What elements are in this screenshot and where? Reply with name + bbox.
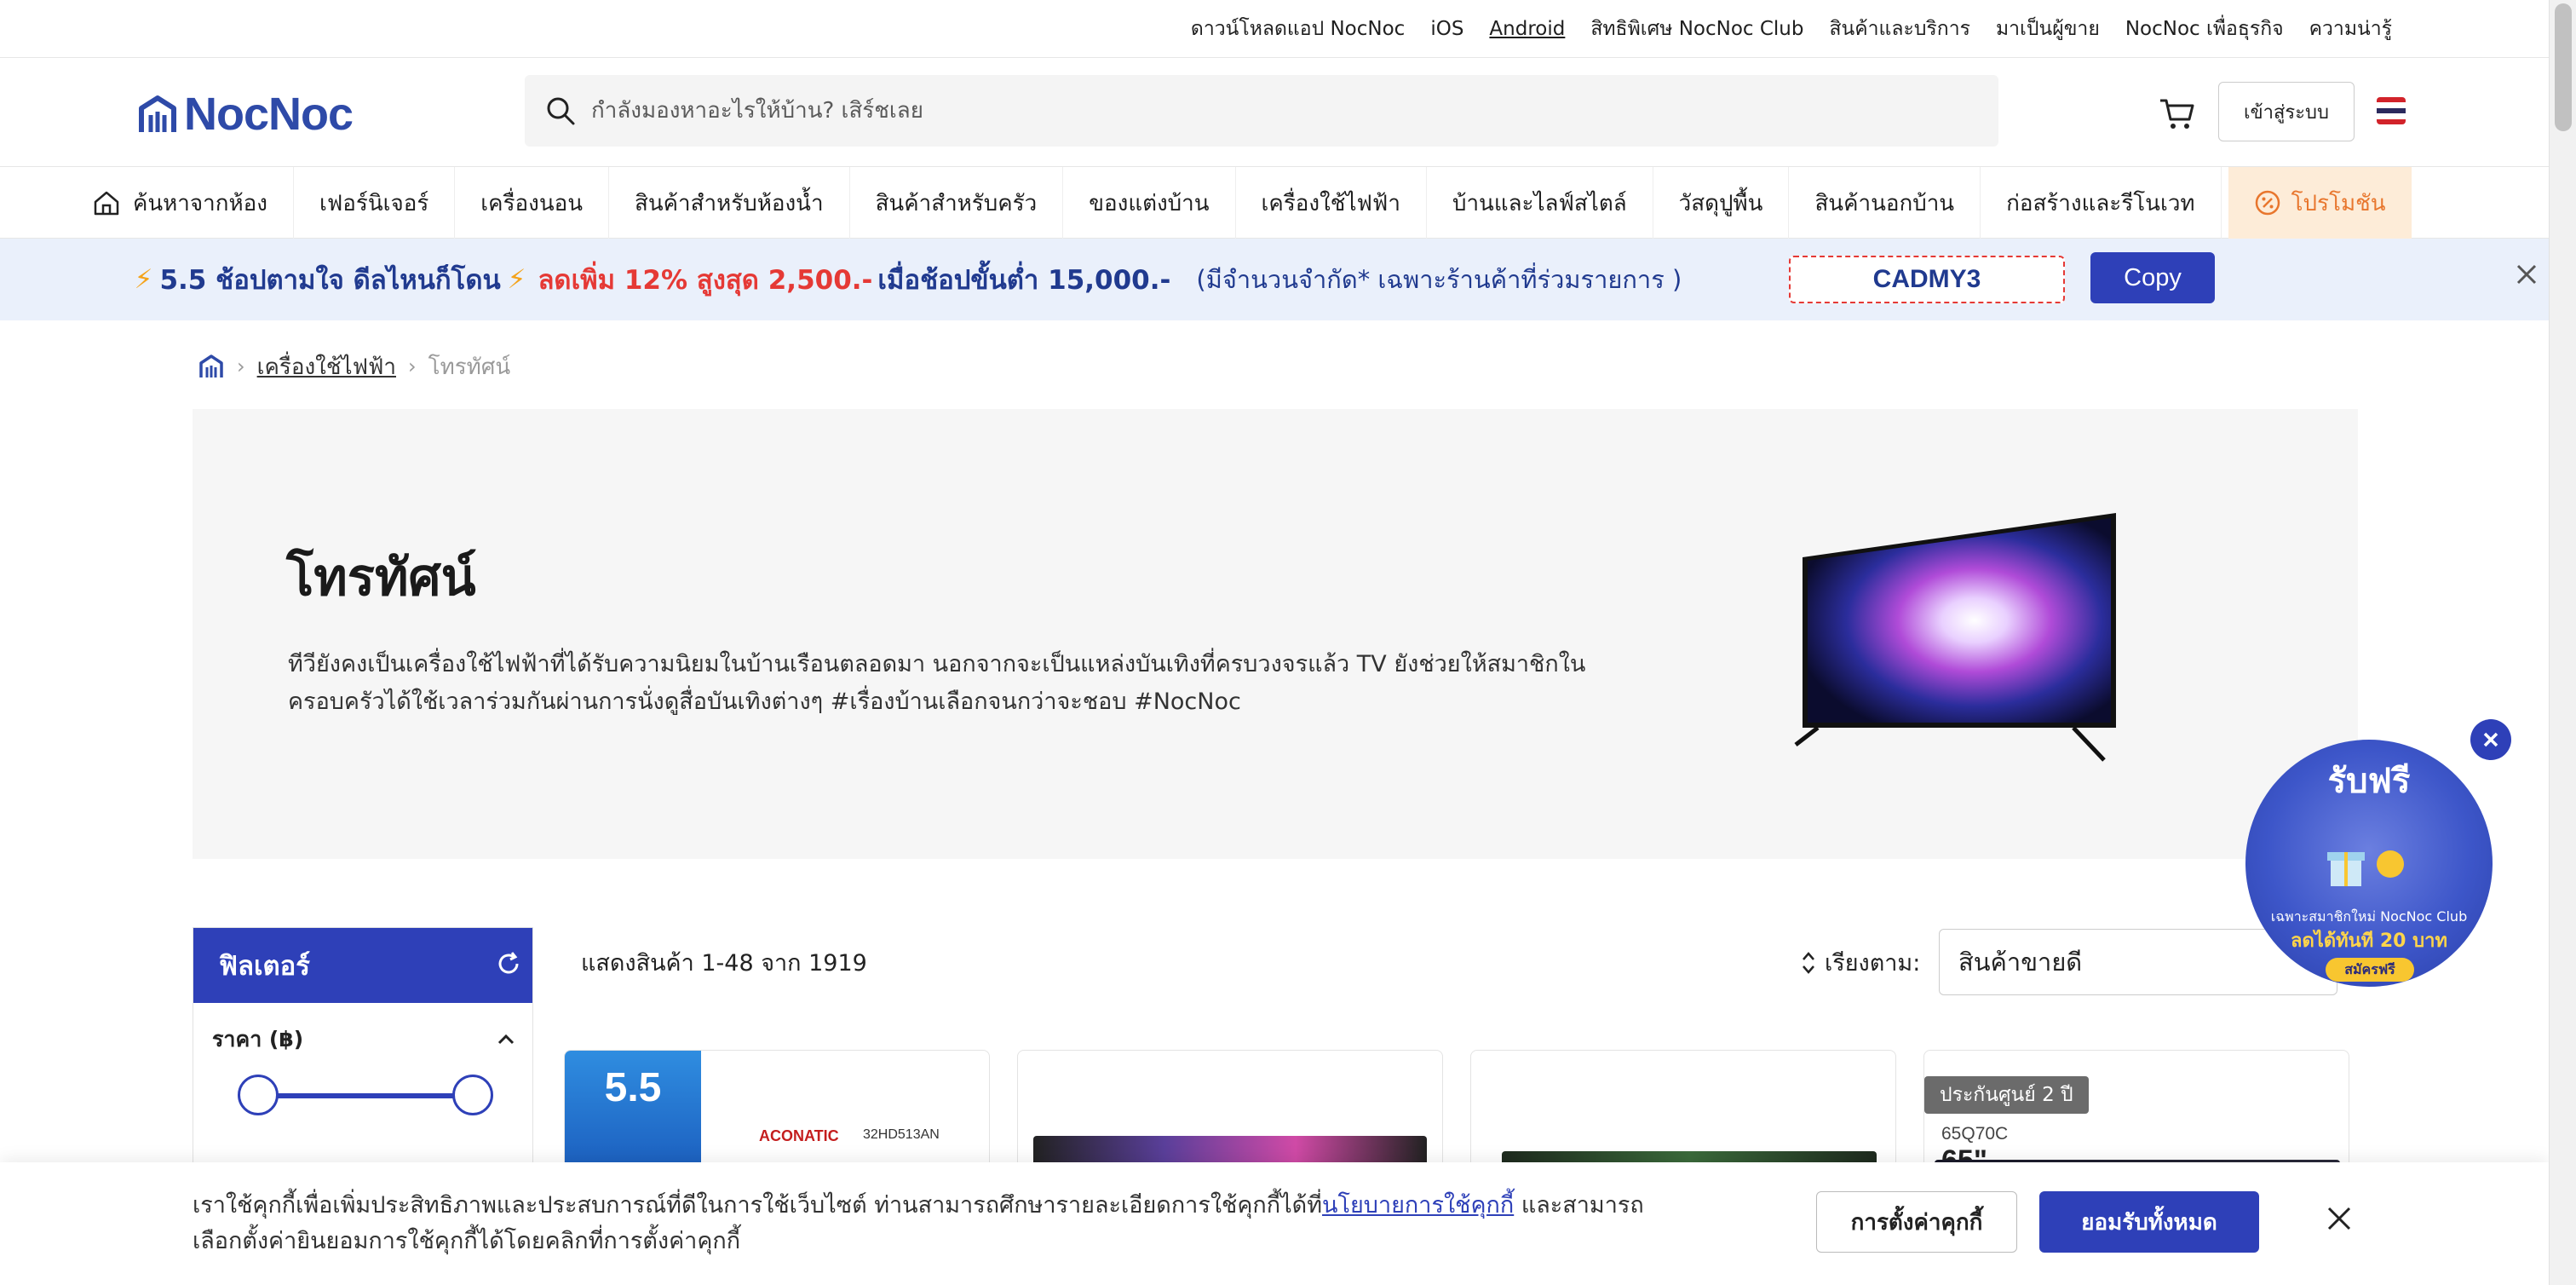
breadcrumb: › เครื่องใช้ไฟฟ้า › โทรทัศน์: [198, 348, 510, 385]
category-list: ค้นหาจากห้อง เฟอร์นิเจอร์ เครื่องนอน สิน…: [66, 167, 2412, 239]
coupon-code[interactable]: CADMY3: [1789, 256, 2065, 303]
category-nav: ค้นหาจากห้อง เฟอร์นิเจอร์ เครื่องนอน สิน…: [0, 167, 2549, 239]
page-title: โทรทัศน์: [286, 548, 476, 608]
promo-banner: ⚡ 5.5 ช้อปตามใจ ดีลไหนก็โดน ⚡ ลดเพิ่ม 12…: [0, 239, 2549, 320]
product-brand: ACONATIC: [759, 1127, 839, 1144]
android-link[interactable]: Android: [1489, 18, 1565, 40]
search-bar[interactable]: [525, 75, 1998, 147]
logo-house-icon: [139, 95, 176, 132]
filter-title: ฟิลเตอร์: [219, 951, 310, 982]
close-icon: [2483, 732, 2498, 747]
search-input[interactable]: [578, 75, 1998, 147]
category-promotion[interactable]: โปรโมชัน: [2228, 167, 2412, 239]
discount-icon: [2255, 190, 2280, 216]
chevron-up-icon: [497, 1034, 515, 1045]
search-icon[interactable]: [543, 94, 578, 128]
copy-coupon-button[interactable]: Copy: [2090, 252, 2215, 303]
sort-label: เรียงตาม:: [1799, 944, 1920, 981]
result-count: แสดงสินค้า 1-48 จาก 1919: [581, 950, 867, 977]
category-bathroom[interactable]: สินค้าสำหรับห้องน้ำ: [609, 167, 850, 239]
category-hero: โทรทัศน์ ทีวียังคงเป็นเครื่องใช้ไฟฟ้าที่…: [193, 409, 2358, 859]
category-kitchen[interactable]: สินค้าสำหรับครัว: [850, 167, 1064, 239]
close-icon[interactable]: [2320, 1200, 2358, 1237]
site-header: NocNoc เข้าสู่ระบบ: [0, 58, 2549, 167]
gift-icon: [2327, 850, 2404, 886]
reward-close-button[interactable]: [2470, 719, 2511, 760]
filter-header: ฟิลเตอร์: [193, 928, 532, 1003]
close-icon[interactable]: [2511, 259, 2542, 290]
reset-icon[interactable]: [493, 948, 524, 979]
price-filter-label: ราคา (฿): [212, 1027, 304, 1052]
category-furniture[interactable]: เฟอร์นิเจอร์: [294, 167, 456, 239]
lightning-icon: ⚡: [507, 264, 526, 295]
home-icon[interactable]: [198, 353, 225, 380]
promo-badge-text: 5.5: [604, 1065, 662, 1110]
ios-link[interactable]: iOS: [1430, 18, 1463, 40]
category-label: ค้นหาจากห้อง: [133, 190, 267, 216]
category-label: โปรโมชัน: [2291, 190, 2386, 216]
breadcrumb-electronics[interactable]: เครื่องใช้ไฟฟ้า: [257, 349, 396, 384]
nocnoc-logo[interactable]: NocNoc: [136, 89, 354, 140]
cookie-text-before: เราใช้คุกกี้เพื่อเพิ่มประสิทธิภาพและประส…: [193, 1192, 1323, 1219]
nocnoc-club-link[interactable]: สิทธิพิเศษ NocNoc Club: [1590, 14, 1803, 44]
sort-value: สินค้าขายดี: [1958, 948, 2083, 977]
nocnoc-business-link[interactable]: NocNoc เพื่อธุรกิจ: [2125, 14, 2284, 44]
category-outdoor[interactable]: สินค้านอกบ้าน: [1789, 167, 1981, 239]
chevron-right-icon: ›: [408, 354, 417, 378]
promo-discount: ลดเพิ่ม 12% สูงสุด 2,500.-: [538, 265, 873, 296]
thai-flag-icon[interactable]: [2377, 97, 2406, 124]
sort-icon: [1803, 951, 1814, 974]
promo-condition: เมื่อช้อปขั้นต่ำ 15,000.-: [877, 265, 1171, 296]
product-model: 32HD513AN: [863, 1127, 940, 1142]
tv-image: [1794, 513, 2116, 762]
category-description: ทีวียังคงเป็นเครื่องใช้ไฟฟ้าที่ได้รับควา…: [288, 651, 1586, 715]
category-search-by-room[interactable]: ค้นหาจากห้อง: [66, 167, 294, 239]
knowledge-link[interactable]: ความน่ารู้: [2309, 14, 2392, 44]
house-icon: [94, 191, 119, 216]
become-seller-link[interactable]: มาเป็นผู้ขาย: [1996, 14, 2100, 44]
scrollbar-thumb[interactable]: [2555, 3, 2572, 131]
promo-badge-image: 5.5: [565, 1051, 701, 1170]
club-reward-popup[interactable]: รับฟรี เฉพาะสมาชิกใหม่ NocNoc Club ลดได้…: [2245, 740, 2493, 987]
reward-amount: ลดได้ทันที 20 บาท: [2291, 931, 2447, 952]
cookie-settings-button[interactable]: การตั้งค่าคุกกี้: [1816, 1191, 2017, 1253]
price-max-handle[interactable]: [452, 1075, 493, 1115]
category-construction[interactable]: ก่อสร้างและรีโนเวท: [1981, 167, 2222, 239]
promo-headline: 5.5 ช้อปตามใจ ดีลไหนก็โดน: [159, 265, 501, 296]
sort-label-text: เรียงตาม:: [1825, 950, 1921, 977]
price-min-handle[interactable]: [238, 1075, 279, 1115]
category-home-decor[interactable]: ของแต่งบ้าน: [1063, 167, 1236, 239]
promo-banner-text[interactable]: ⚡ 5.5 ช้อปตามใจ ดีลไหนก็โดน ⚡ ลดเพิ่ม 12…: [31, 252, 1785, 307]
chevron-right-icon: ›: [237, 354, 245, 378]
category-home-lifestyle[interactable]: บ้านและไลฟ์สไตล์: [1427, 167, 1653, 239]
price-filter-toggle[interactable]: ราคา (฿): [212, 1022, 517, 1057]
warranty-badge: ประกันศูนย์ 2 ปี: [1924, 1076, 2089, 1114]
utility-bar: ดาวน์โหลดแอป NocNoc iOS Android สิทธิพิเ…: [0, 0, 2549, 58]
product-model: 65Q70C: [1941, 1124, 2009, 1144]
lightning-icon: ⚡: [134, 264, 153, 295]
breadcrumb-current[interactable]: โทรทัศน์: [428, 349, 510, 384]
cookie-message: เราใช้คุกกี้เพื่อเพิ่มประสิทธิภาพและประส…: [193, 1188, 1675, 1259]
logo-text: NocNoc: [184, 89, 354, 140]
cookie-banner: เราใช้คุกกี้เพื่อเพิ่มประสิทธิภาพและประส…: [0, 1162, 2549, 1285]
login-button[interactable]: เข้าสู่ระบบ: [2218, 82, 2355, 141]
category-flooring[interactable]: วัสดุปูพื้น: [1653, 167, 1790, 239]
reward-signup-button[interactable]: สมัครฟรี: [2326, 958, 2414, 982]
download-app-label: ดาวน์โหลดแอป NocNoc: [1190, 18, 1406, 40]
accept-all-button[interactable]: ยอมรับทั้งหมด: [2039, 1191, 2259, 1253]
promo-note: (มีจำนวนจำกัด* เฉพาะร้านค้าที่ร่วมรายการ…: [1196, 265, 1682, 294]
cart-icon[interactable]: [2157, 94, 2196, 133]
page-scrollbar[interactable]: [2549, 0, 2576, 1285]
category-bedding[interactable]: เครื่องนอน: [455, 167, 610, 239]
reward-title: รับฟรี: [2327, 762, 2411, 801]
category-electronics[interactable]: เครื่องใช้ไฟฟ้า: [1236, 167, 1427, 239]
products-services-link[interactable]: สินค้าและบริการ: [1829, 14, 1969, 44]
cookie-policy-link[interactable]: นโยบายการใช้คุกกี้: [1322, 1192, 1514, 1219]
utility-links: ดาวน์โหลดแอป NocNoc iOS Android สิทธิพิเ…: [1191, 12, 2392, 46]
